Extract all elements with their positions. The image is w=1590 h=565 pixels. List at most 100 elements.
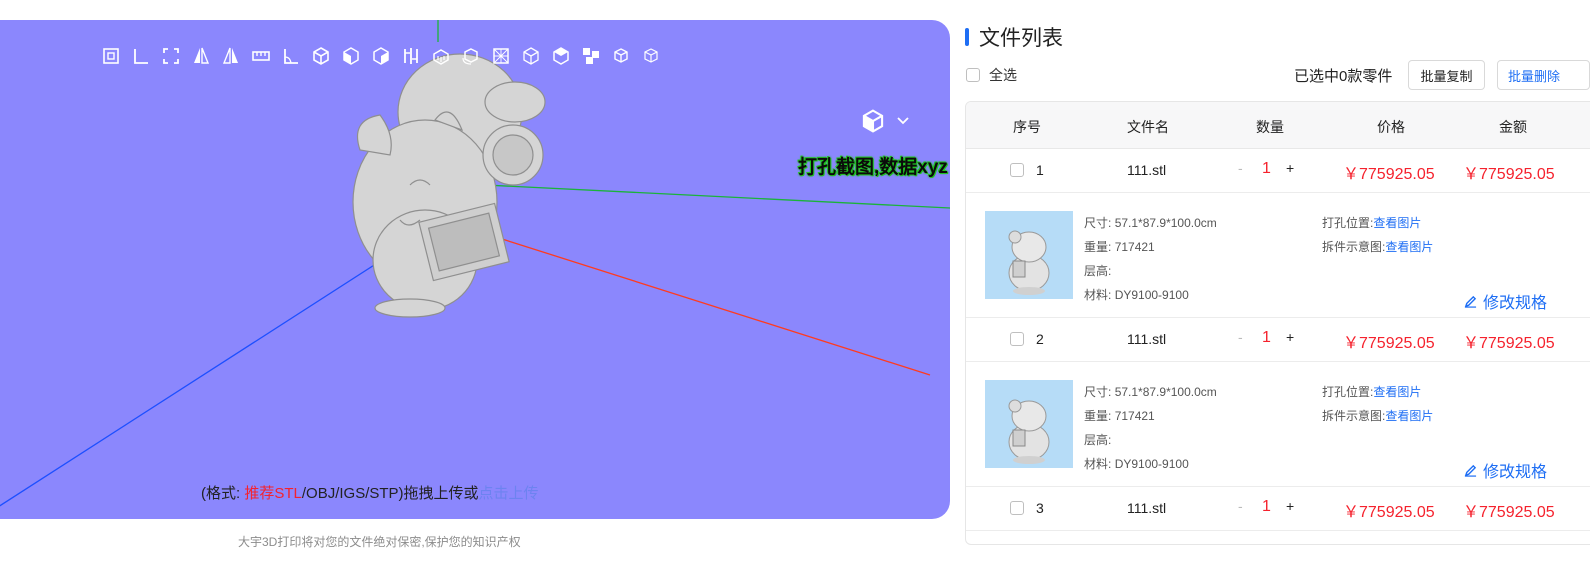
cube-top-icon[interactable] (610, 45, 632, 67)
spec-list: 尺寸: 57.1*87.9*100.0cm 重量: 717421 层高: 材料:… (1084, 380, 1217, 476)
qty-value[interactable]: 1 (1262, 160, 1271, 178)
x-axis-line (479, 231, 931, 376)
viewer-toolbar (100, 44, 662, 68)
angle-icon[interactable] (280, 45, 302, 67)
fit-view-icon[interactable] (100, 45, 122, 67)
lucky-cat-thumbnail-image (1008, 399, 1050, 464)
upload-formats: /OBJ/IGS/STP)拖拽上传或 (301, 485, 479, 502)
cube-rotate-icon[interactable] (460, 45, 482, 67)
scene-canvas[interactable] (0, 20, 950, 519)
row-checkbox[interactable] (1010, 332, 1024, 346)
qty-increase-button[interactable]: + (1286, 160, 1294, 176)
hole-position-link[interactable]: 查看图片 (1373, 216, 1421, 230)
row-detail: 尺寸: 57.1*87.9*100.0cm 重量: 717421 层高: 材料:… (966, 362, 1590, 487)
modify-spec-button[interactable]: 修改规格 (1464, 458, 1547, 482)
size-value: 57.1*87.9*100.0cm (1114, 216, 1217, 230)
col-price: 价格 (1377, 119, 1405, 135)
qty-increase-button[interactable]: + (1286, 329, 1294, 345)
qty-value[interactable]: 1 (1262, 498, 1271, 516)
weight-value: 717421 (1114, 409, 1155, 423)
split-diagram-label: 拆件示意图: (1322, 409, 1386, 423)
qty-increase-button[interactable]: + (1286, 498, 1294, 514)
cube-outline-icon[interactable] (520, 45, 542, 67)
model-viewer[interactable]: 打孔截图,数据xyz (格式: 推荐STL/OBJ/IGS/STP)拖拽上传或点… (0, 20, 950, 519)
modify-spec-button[interactable]: 修改规格 (1464, 289, 1547, 313)
size-label: 尺寸: (1084, 216, 1112, 230)
qty-value[interactable]: 1 (1262, 329, 1271, 347)
row-filename: 111.stl (1127, 331, 1167, 347)
select-all-checkbox[interactable] (966, 68, 980, 82)
hole-screenshot-label: 打孔截图,数据xyz (798, 157, 948, 178)
size-label: 尺寸: (1084, 385, 1112, 399)
measure-icon[interactable] (250, 45, 272, 67)
spec-list: 尺寸: 57.1*87.9*100.0cm 重量: 717421 层高: 材料:… (1084, 211, 1217, 307)
upload-format-prefix: (格式: (201, 485, 245, 502)
select-all[interactable]: 全选 (966, 65, 1017, 85)
fullscreen-icon[interactable] (160, 45, 182, 67)
qty-decrease-button[interactable]: - (1238, 329, 1243, 345)
hole-position-link[interactable]: 查看图片 (1373, 385, 1421, 399)
weight-label: 重量: (1084, 409, 1112, 423)
view-cube-selector[interactable] (860, 108, 910, 134)
modify-spec-label: 修改规格 (1483, 295, 1548, 312)
row-price: ￥775925.05 (1343, 166, 1435, 183)
title-accent-bar (965, 28, 969, 46)
image-links: 打孔位置:查看图片 拆件示意图:查看图片 (1322, 380, 1433, 428)
material-value: DY9100-9100 (1114, 288, 1189, 302)
mirror-left-icon[interactable] (190, 45, 212, 67)
explode-icon[interactable] (580, 45, 602, 67)
row-checkbox[interactable] (1010, 163, 1024, 177)
image-links: 打孔位置:查看图片 拆件示意图:查看图片 (1322, 211, 1433, 259)
select-all-label: 全选 (989, 67, 1017, 83)
table-row[interactable]: 1 111.stl - 1 + ￥775925.05 ￥775925.05 (966, 148, 1590, 193)
hole-position-label: 打孔位置: (1322, 385, 1374, 399)
split-diagram-link[interactable]: 查看图片 (1385, 409, 1433, 423)
privacy-notice: 大宇3D打印将对您的文件绝对保密,保护您的知识产权 (238, 535, 521, 549)
wireframe-icon[interactable] (490, 45, 512, 67)
modify-spec-label: 修改规格 (1483, 464, 1548, 481)
cube-side-icon[interactable] (370, 45, 392, 67)
y-axis-line (0, 241, 411, 507)
layer-label: 层高: (1084, 433, 1112, 447)
row-amount: ￥775925.05 (1463, 504, 1555, 521)
cube-iso-icon[interactable] (640, 45, 662, 67)
batch-delete-button[interactable]: 批量删除 (1497, 60, 1590, 90)
table-row[interactable]: 3 111.stl - 1 + ￥775925.05 ￥775925.05 (966, 486, 1590, 531)
row-amount: ￥775925.05 (1463, 335, 1555, 352)
material-value: DY9100-9100 (1114, 457, 1189, 471)
view-cube-icon (862, 109, 884, 133)
row-detail: 尺寸: 57.1*87.9*100.0cm 重量: 717421 层高: 材料:… (966, 193, 1590, 318)
upload-hint: (格式: 推荐STL/OBJ/IGS/STP)拖拽上传或点击上传 (201, 482, 539, 503)
cube-shaded-icon[interactable] (550, 45, 572, 67)
table-header: 序号 文件名 数量 价格 金额 (966, 102, 1590, 149)
edit-icon (1464, 464, 1477, 477)
model-thumbnail[interactable] (985, 211, 1073, 299)
support-icon[interactable] (430, 45, 452, 67)
split-diagram-label: 拆件示意图: (1322, 240, 1386, 254)
probe-line (424, 181, 950, 209)
qty-decrease-button[interactable]: - (1238, 498, 1243, 514)
qty-decrease-button[interactable]: - (1238, 160, 1243, 176)
click-upload-link[interactable]: 点击上传 (479, 485, 539, 502)
weight-label: 重量: (1084, 240, 1112, 254)
col-filename: 文件名 (1127, 119, 1169, 135)
cube-icon[interactable] (310, 45, 332, 67)
mirror-right-icon[interactable] (220, 45, 242, 67)
batch-copy-button[interactable]: 批量复制 (1408, 60, 1485, 90)
row-checkbox[interactable] (1010, 501, 1024, 515)
ruler-icon[interactable] (130, 45, 152, 67)
row-amount: ￥775925.05 (1463, 166, 1555, 183)
cube-front-icon[interactable] (340, 45, 362, 67)
material-label: 材料: (1084, 457, 1112, 471)
table-row[interactable]: 2 111.stl - 1 + ￥775925.05 ￥775925.05 (966, 317, 1590, 362)
hole-position-label: 打孔位置: (1322, 216, 1374, 230)
split-diagram-link[interactable]: 查看图片 (1385, 240, 1433, 254)
row-filename: 111.stl (1127, 500, 1167, 516)
col-quantity: 数量 (1256, 119, 1284, 135)
section-icon[interactable] (400, 45, 422, 67)
lucky-cat-model (352, 53, 546, 318)
file-table: 序号 文件名 数量 价格 金额 1 111.stl - 1 + ￥775925.… (965, 101, 1590, 545)
model-thumbnail[interactable] (985, 380, 1073, 468)
material-label: 材料: (1084, 288, 1112, 302)
file-list-header: 文件列表 (965, 22, 1063, 52)
